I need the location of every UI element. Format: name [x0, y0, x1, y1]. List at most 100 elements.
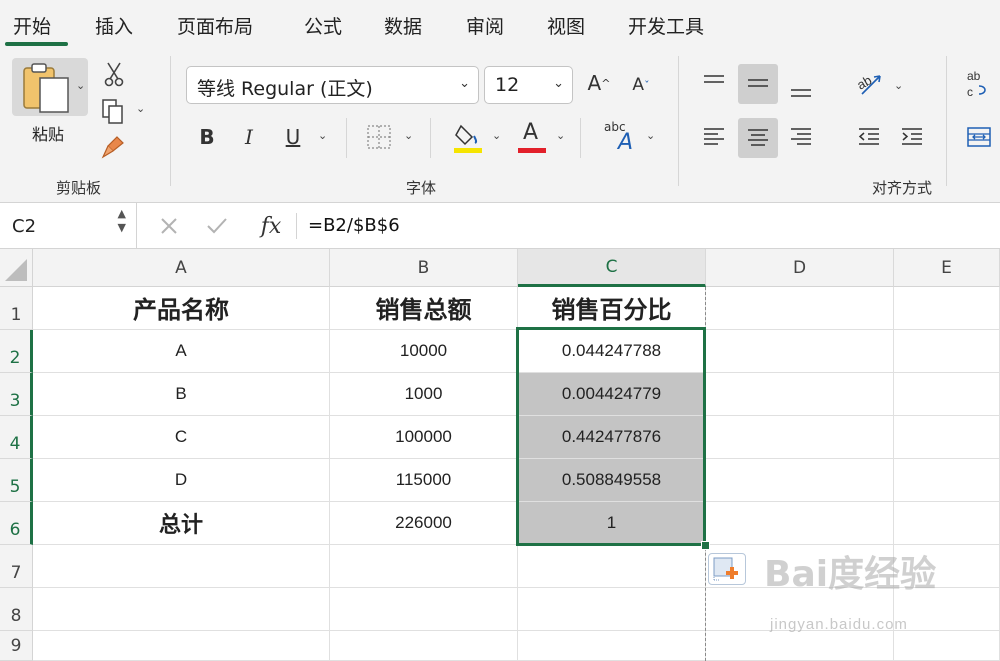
confirm-formula-button[interactable]	[204, 213, 230, 239]
merge-center-button[interactable]	[964, 122, 994, 152]
row-header-8[interactable]: 8	[0, 588, 33, 631]
cell-b9[interactable]	[330, 631, 518, 661]
tab-formulas[interactable]: 公式	[304, 12, 342, 39]
name-box[interactable]: C2 ▲ ▼	[0, 203, 137, 249]
copy-chevron-down-icon[interactable]: ⌄	[136, 102, 145, 115]
font-size-select[interactable]: 12 ⌄	[484, 66, 573, 104]
align-top-button[interactable]	[698, 68, 730, 98]
align-center-button[interactable]	[738, 118, 778, 158]
cell-a5[interactable]: D	[33, 459, 330, 502]
cell-c6[interactable]: 1	[518, 502, 706, 545]
row-header-6[interactable]: 6	[0, 502, 33, 545]
column-header-a[interactable]: A	[33, 249, 330, 287]
cell-d5[interactable]	[706, 459, 894, 502]
fill-color-button[interactable]	[452, 120, 484, 154]
cell-c8[interactable]	[518, 588, 706, 631]
cell-d3[interactable]	[706, 373, 894, 416]
cell-b3[interactable]: 1000	[330, 373, 518, 416]
borders-button[interactable]	[364, 122, 394, 152]
column-header-b[interactable]: B	[330, 249, 518, 287]
font-color-chevron-down-icon[interactable]: ⌄	[556, 129, 565, 142]
cell-a6[interactable]: 总计	[33, 502, 330, 545]
name-box-stepper-icon[interactable]: ▲ ▼	[118, 207, 126, 235]
cell-c5[interactable]: 0.508849558	[518, 459, 706, 502]
cell-d6[interactable]	[706, 502, 894, 545]
cell-b4[interactable]: 100000	[330, 416, 518, 459]
text-orientation-button[interactable]: ab	[852, 66, 888, 100]
cell-c2[interactable]: 0.044247788	[518, 330, 706, 373]
cell-b1[interactable]: 销售总额	[330, 287, 518, 330]
borders-chevron-down-icon[interactable]: ⌄	[404, 129, 413, 142]
cell-c3[interactable]: 0.004424779	[518, 373, 706, 416]
cell-a2[interactable]: A	[33, 330, 330, 373]
cell-b5[interactable]: 115000	[330, 459, 518, 502]
underline-chevron-down-icon[interactable]: ⌄	[318, 129, 327, 142]
insert-function-button[interactable]: fx	[254, 211, 288, 241]
cell-c7[interactable]	[518, 545, 706, 588]
tab-insert[interactable]: 插入	[95, 12, 133, 39]
format-painter-button[interactable]	[98, 132, 128, 162]
copy-button[interactable]	[97, 96, 129, 126]
cell-e2[interactable]	[894, 330, 1000, 373]
cancel-formula-button[interactable]	[156, 213, 182, 239]
grow-font-button[interactable]: A ^	[584, 68, 614, 98]
formula-input[interactable]: =B2/$B$6	[308, 215, 400, 236]
cell-e3[interactable]	[894, 373, 1000, 416]
paste-chevron-down-icon[interactable]: ⌄	[76, 79, 85, 92]
cell-e9[interactable]	[894, 631, 1000, 661]
orientation-chevron-down-icon[interactable]: ⌄	[894, 79, 903, 92]
tab-review[interactable]: 审阅	[466, 12, 504, 39]
cell-b6[interactable]: 226000	[330, 502, 518, 545]
decrease-indent-button[interactable]	[853, 122, 885, 152]
cell-b7[interactable]	[330, 545, 518, 588]
phonetic-chevron-down-icon[interactable]: ⌄	[646, 129, 655, 142]
cell-a8[interactable]	[33, 588, 330, 631]
column-header-d[interactable]: D	[706, 249, 894, 287]
row-header-4[interactable]: 4	[0, 416, 33, 459]
cell-b8[interactable]	[330, 588, 518, 631]
align-bottom-button[interactable]	[785, 74, 817, 104]
row-header-5[interactable]: 5	[0, 459, 33, 502]
cell-c9[interactable]	[518, 631, 706, 661]
tab-page-layout[interactable]: 页面布局	[177, 12, 253, 39]
row-header-1[interactable]: 1	[0, 287, 33, 330]
italic-button[interactable]: I	[234, 122, 264, 152]
row-header-3[interactable]: 3	[0, 373, 33, 416]
underline-button[interactable]: U	[278, 122, 308, 152]
row-header-2[interactable]: 2	[0, 330, 33, 373]
column-header-c[interactable]: C	[518, 249, 706, 287]
shrink-font-button[interactable]: Aˇ	[626, 70, 656, 100]
align-middle-button[interactable]	[738, 64, 778, 104]
cell-a4[interactable]: C	[33, 416, 330, 459]
fill-handle[interactable]	[701, 541, 710, 550]
cell-d4[interactable]	[706, 416, 894, 459]
autofill-options-button[interactable]	[708, 553, 746, 585]
phonetic-guide-button[interactable]: abc A	[602, 120, 638, 156]
cell-a7[interactable]	[33, 545, 330, 588]
wrap-text-button[interactable]: ab c	[964, 66, 994, 102]
increase-indent-button[interactable]	[896, 122, 928, 152]
tab-home[interactable]: 开始	[13, 12, 51, 39]
cell-c4[interactable]: 0.442477876	[518, 416, 706, 459]
align-left-button[interactable]	[698, 122, 730, 152]
tab-data[interactable]: 数据	[384, 12, 422, 39]
tab-developer[interactable]: 开发工具	[628, 12, 704, 39]
cell-a9[interactable]	[33, 631, 330, 661]
cell-e5[interactable]	[894, 459, 1000, 502]
cell-b2[interactable]: 10000	[330, 330, 518, 373]
cell-d1[interactable]	[706, 287, 894, 330]
cell-e1[interactable]	[894, 287, 1000, 330]
column-header-e[interactable]: E	[894, 249, 1000, 287]
cell-e6[interactable]	[894, 502, 1000, 545]
bold-button[interactable]: B	[192, 122, 222, 152]
font-color-button[interactable]: A	[516, 120, 548, 154]
select-all-corner[interactable]	[0, 249, 33, 287]
cell-c1[interactable]: 销售百分比	[518, 287, 706, 330]
align-right-button[interactable]	[785, 122, 817, 152]
cell-a3[interactable]: B	[33, 373, 330, 416]
cell-d2[interactable]	[706, 330, 894, 373]
cell-d9[interactable]	[706, 631, 894, 661]
row-header-9[interactable]: 9	[0, 631, 33, 661]
cell-e4[interactable]	[894, 416, 1000, 459]
tab-view[interactable]: 视图	[547, 12, 585, 39]
